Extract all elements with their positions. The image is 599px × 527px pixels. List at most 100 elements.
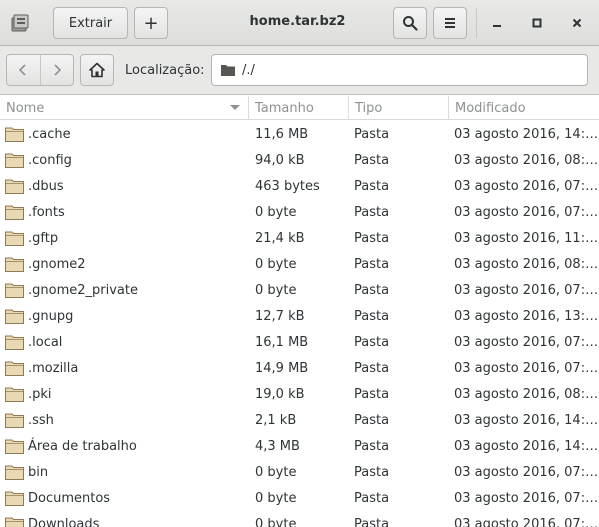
back-button[interactable]: [7, 55, 40, 85]
file-modified: 03 agosto 2016, 07:…: [454, 204, 599, 220]
header-separator: [476, 8, 477, 38]
column-header-modified[interactable]: Modificado: [449, 96, 599, 120]
file-modified: 03 agosto 2016, 14:…: [454, 438, 599, 454]
column-header-row: Nome Tamanho Tipo Modificado: [0, 96, 599, 120]
file-row[interactable]: .pki 19,0 kB Pasta 03 agosto 2016, 08:…: [0, 381, 599, 407]
file-row[interactable]: bin 0 byte Pasta 03 agosto 2016, 07:…: [0, 459, 599, 485]
column-header-name[interactable]: Nome: [0, 96, 249, 120]
file-name: .pki: [28, 386, 52, 402]
folder-icon: [5, 517, 24, 527]
file-type: Pasta: [354, 256, 390, 272]
file-row[interactable]: Downloads 0 byte Pasta 03 agosto 2016, 07:…: [0, 511, 599, 527]
folder-icon: [5, 283, 24, 298]
column-header-size[interactable]: Tamanho: [249, 96, 349, 120]
file-name-cell: .gnome2: [4, 251, 248, 277]
file-name: Downloads: [28, 516, 100, 527]
file-row[interactable]: .local 16,1 MB Pasta 03 agosto 2016, 07:…: [0, 329, 599, 355]
file-row[interactable]: .fonts 0 byte Pasta 03 agosto 2016, 07:…: [0, 199, 599, 225]
file-name-cell: .local: [4, 329, 248, 355]
navigation-buttons: [6, 54, 74, 86]
file-size: 4,3 MB: [255, 438, 300, 454]
menu-button[interactable]: [433, 7, 467, 39]
file-row[interactable]: Documentos 0 byte Pasta 03 agosto 2016, 07:…: [0, 485, 599, 511]
file-name: Área de trabalho: [28, 438, 137, 454]
file-size: 0 byte: [255, 464, 297, 480]
minimize-button[interactable]: [485, 11, 509, 35]
file-size: 2,1 kB: [255, 412, 297, 428]
folder-icon: [5, 179, 24, 194]
location-field[interactable]: /./: [211, 54, 588, 86]
close-button[interactable]: [565, 11, 589, 35]
file-name-cell: .gnome2_private: [4, 277, 248, 303]
column-modified-label: Modificado: [455, 100, 526, 116]
forward-button[interactable]: [39, 55, 73, 85]
file-type: Pasta: [354, 178, 390, 194]
file-modified: 03 agosto 2016, 07:…: [454, 178, 599, 194]
file-name-cell: .mozilla: [4, 355, 248, 381]
file-size: 0 byte: [255, 256, 297, 272]
file-size: 0 byte: [255, 490, 297, 506]
file-type: Pasta: [354, 282, 390, 298]
folder-icon: [5, 127, 24, 142]
folder-icon: [5, 335, 24, 350]
file-name: .ssh: [28, 412, 54, 428]
header-bar: Extrair + home.tar.bz2: [0, 0, 599, 46]
file-name: .local: [28, 334, 63, 350]
maximize-button[interactable]: [525, 11, 549, 35]
folder-icon: [5, 465, 24, 480]
file-modified: 03 agosto 2016, 07:…: [454, 360, 599, 376]
column-type-label: Tipo: [355, 100, 383, 116]
column-header-type[interactable]: Tipo: [349, 96, 449, 120]
sort-descending-icon: [230, 105, 240, 110]
folder-icon: [5, 439, 24, 454]
file-modified: 03 agosto 2016, 08:…: [454, 386, 599, 402]
file-row[interactable]: .ssh 2,1 kB Pasta 03 agosto 2016, 14:…: [0, 407, 599, 433]
file-row[interactable]: .mozilla 14,9 MB Pasta 03 agosto 2016, 07:…: [0, 355, 599, 381]
file-name: .gnome2: [28, 256, 86, 272]
file-type: Pasta: [354, 126, 390, 142]
file-row[interactable]: .config 94,0 kB Pasta 03 agosto 2016, 08:…: [0, 147, 599, 173]
file-name: bin: [28, 464, 49, 480]
file-size: 14,9 MB: [255, 360, 309, 376]
file-size: 463 bytes: [255, 178, 320, 194]
file-row[interactable]: .gnupg 12,7 kB Pasta 03 agosto 2016, 13:…: [0, 303, 599, 329]
file-type: Pasta: [354, 204, 390, 220]
file-row[interactable]: .gnome2_private 0 byte Pasta 03 agosto 2016…: [0, 277, 599, 303]
extract-button-label: Extrair: [68, 15, 113, 31]
file-name: .gnupg: [28, 308, 74, 324]
extract-button[interactable]: Extrair: [53, 7, 128, 39]
file-row[interactable]: .gnome2 0 byte Pasta 03 agosto 2016, 08:…: [0, 251, 599, 277]
location-bar: Localização: /./: [0, 46, 599, 95]
chevron-left-icon: [19, 64, 27, 76]
file-type: Pasta: [354, 438, 390, 454]
search-button[interactable]: [393, 7, 427, 39]
search-icon: [403, 16, 418, 31]
file-name: .config: [28, 152, 72, 168]
file-name-cell: .pki: [4, 381, 248, 407]
chevron-right-icon: [54, 64, 62, 76]
location-label: Localização:: [125, 63, 205, 78]
file-row[interactable]: .cache 11,6 MB Pasta 03 agosto 2016, 14:…: [0, 121, 599, 147]
file-modified: 03 agosto 2016, 08:…: [454, 256, 599, 272]
maximize-icon: [532, 18, 542, 28]
file-modified: 03 agosto 2016, 07:…: [454, 516, 599, 527]
column-size-label: Tamanho: [255, 100, 314, 116]
minimize-icon: [493, 25, 501, 27]
file-size: 19,0 kB: [255, 386, 305, 402]
file-name-cell: .cache: [4, 121, 248, 147]
file-name: .gnome2_private: [28, 282, 138, 298]
file-type: Pasta: [354, 230, 390, 246]
file-type: Pasta: [354, 386, 390, 402]
folder-icon: [5, 387, 24, 402]
file-size: 11,6 MB: [255, 126, 309, 142]
file-row[interactable]: .dbus 463 bytes Pasta 03 agosto 2016, 07:…: [0, 173, 599, 199]
file-name-cell: Área de trabalho: [4, 433, 248, 459]
home-icon: [89, 62, 105, 78]
add-files-button[interactable]: +: [134, 7, 168, 39]
home-button[interactable]: [80, 54, 114, 86]
file-row[interactable]: Área de trabalho 4,3 MB Pasta 03 agosto 201…: [0, 433, 599, 459]
folder-icon: [5, 257, 24, 272]
file-name: .mozilla: [28, 360, 79, 376]
file-type: Pasta: [354, 490, 390, 506]
file-row[interactable]: .gftp 21,4 kB Pasta 03 agosto 2016, 11:…: [0, 225, 599, 251]
